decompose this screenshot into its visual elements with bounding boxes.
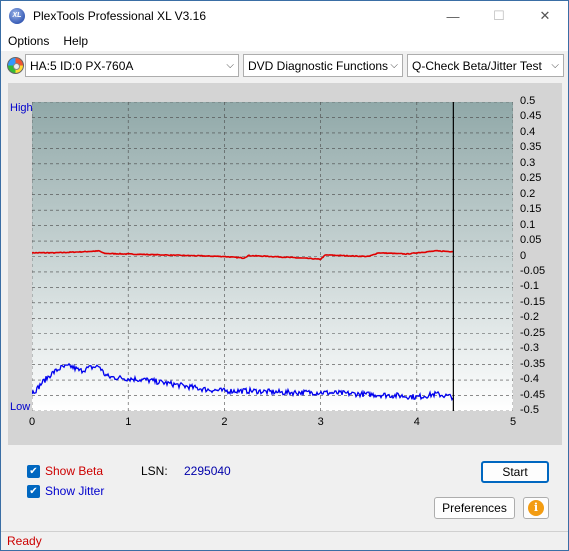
y-tick-label: -0.45: [520, 388, 546, 401]
y-tick-label: -0.2: [520, 311, 539, 324]
info-icon: i: [528, 500, 544, 516]
title-bar: XL PlexTools Professional XL V3.16 — ☐ ✕: [1, 1, 568, 31]
y-tick-label: 0.4: [520, 125, 536, 138]
function-select[interactable]: DVD Diagnostic Functions ⌵: [243, 54, 403, 77]
y-tick-label: 0.1: [520, 218, 536, 231]
menu-options[interactable]: Options: [1, 34, 56, 48]
drive-select-value: HA:5 ID:0 PX-760A: [30, 58, 134, 73]
chevron-down-icon: ⌵: [551, 60, 559, 71]
status-bar: Ready: [1, 531, 568, 550]
y-axis-high-label: High: [10, 102, 33, 114]
x-tick-label: 1: [125, 416, 132, 428]
app-logo-icon: XL: [9, 8, 25, 24]
lsn-label: LSN:: [141, 464, 168, 478]
maximize-button: ☐: [493, 8, 505, 23]
y-tick-label: -0.5: [520, 404, 539, 416]
y-axis-low-label: Low: [10, 401, 31, 413]
show-beta-checkbox[interactable]: ✔ Show Beta: [27, 464, 103, 478]
show-jitter-checkbox[interactable]: ✔ Show Jitter: [27, 484, 104, 498]
chevron-down-icon: ⌵: [226, 60, 234, 71]
checkbox-checked-icon: ✔: [27, 464, 40, 478]
lsn-value: 2295040: [184, 464, 231, 478]
y-tick-label: 0.25: [520, 172, 542, 185]
y-tick-label: -0.1: [520, 280, 539, 293]
y-tick-label: 0.45: [520, 110, 542, 123]
y-tick-label: 0.3: [520, 156, 536, 169]
y-tick-label: 0.15: [520, 203, 542, 216]
y-tick-label: 0: [520, 249, 527, 262]
drive-select[interactable]: HA:5 ID:0 PX-760A ⌵: [25, 54, 239, 77]
status-text: Ready: [7, 534, 42, 548]
y-tick-label: 0.35: [520, 141, 542, 154]
x-tick-label: 4: [413, 416, 420, 428]
y-tick-label: -0.25: [520, 326, 546, 339]
chevron-down-icon: ⌵: [390, 60, 398, 71]
x-tick-label: 3: [317, 416, 324, 428]
menu-help[interactable]: Help: [56, 34, 95, 48]
x-tick-label: 2: [221, 416, 228, 428]
test-select[interactable]: Q-Check Beta/Jitter Test ⌵: [407, 54, 564, 77]
menu-bar: Options Help: [1, 31, 568, 51]
test-select-value: Q-Check Beta/Jitter Test: [412, 58, 542, 73]
window-controls: — ☐ ✕: [430, 1, 568, 31]
toolbar: HA:5 ID:0 PX-760A ⌵ DVD Diagnostic Funct…: [1, 53, 568, 79]
y-tick-label: 0.5: [520, 95, 536, 107]
y-tick-label: -0.05: [520, 264, 546, 277]
app-window: XL PlexTools Professional XL V3.16 — ☐ ✕…: [0, 0, 569, 551]
show-beta-label: Show Beta: [45, 464, 104, 478]
y-tick-label: 0.2: [520, 187, 536, 200]
y-tick-label: -0.3: [520, 342, 539, 355]
info-button[interactable]: i: [523, 497, 549, 519]
beta-jitter-chart: [32, 102, 513, 411]
y-tick-label: 0.05: [520, 234, 542, 247]
preferences-button[interactable]: Preferences: [434, 497, 515, 519]
minimize-button[interactable]: —: [430, 1, 476, 31]
start-button[interactable]: Start: [481, 461, 549, 483]
function-select-value: DVD Diagnostic Functions: [248, 58, 389, 73]
window-title: PlexTools Professional XL V3.16: [33, 9, 206, 23]
close-button[interactable]: ✕: [522, 1, 568, 31]
disc-icon: [7, 57, 24, 74]
y-tick-label: -0.15: [520, 295, 546, 308]
checkbox-checked-icon: ✔: [27, 484, 40, 498]
y-tick-label: -0.4: [520, 373, 539, 386]
y-tick-label: -0.35: [520, 357, 546, 370]
show-jitter-label: Show Jitter: [45, 484, 105, 498]
x-tick-label: 5: [510, 416, 517, 428]
x-tick-label: 0: [29, 416, 36, 428]
